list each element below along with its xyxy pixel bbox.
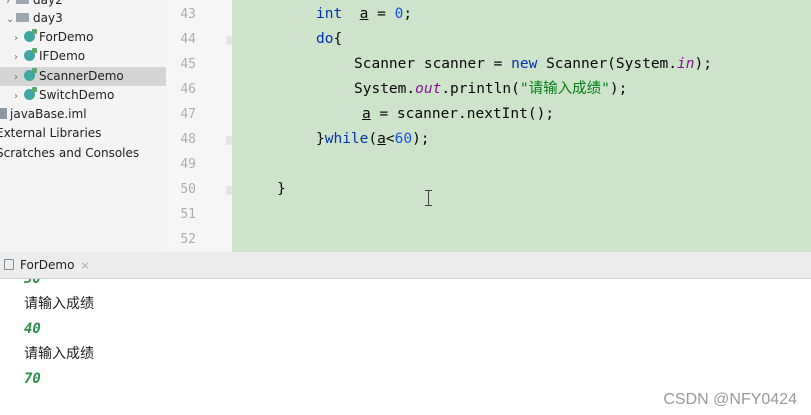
code-token: in: [677, 56, 695, 72]
tree-item-switchdemo[interactable]: › SwitchDemo: [14, 86, 114, 105]
tree-item-label: SwitchDemo: [39, 88, 115, 102]
code-token: while: [324, 131, 369, 147]
tab-label: ForDemo: [20, 258, 75, 272]
tree-item-label: day2: [33, 0, 63, 7]
console-input-line: 50: [24, 279, 41, 287]
java-class-icon: [24, 48, 37, 61]
tree-item-day3[interactable]: ⌄ day3: [6, 9, 63, 28]
code-line[interactable]: a = scanner.nextInt();: [362, 102, 554, 127]
tree-item-label: javaBase.iml: [10, 107, 87, 121]
code-token: do: [316, 31, 334, 47]
code-token: <: [385, 131, 395, 147]
line-number: 49: [180, 157, 196, 172]
code-token: );: [609, 81, 628, 97]
code-token: "请输入成绩": [519, 81, 610, 97]
code-token: new: [511, 56, 538, 72]
java-class-icon: [24, 87, 37, 100]
code-token: ;: [403, 6, 413, 22]
line-number: 44: [180, 32, 196, 47]
console-icon: [4, 259, 14, 270]
code-line[interactable]: Scanner scanner = new Scanner(System.in)…: [354, 52, 712, 77]
close-icon[interactable]: ×: [80, 259, 89, 272]
module-file-icon: [0, 108, 7, 119]
run-tool-window-tabbar: ForDemo ×: [0, 252, 811, 279]
chevron-right-icon[interactable]: ›: [14, 68, 24, 87]
code-token: .println(: [441, 81, 520, 97]
line-number: 51: [180, 207, 196, 222]
chevron-right-icon[interactable]: ›: [14, 48, 24, 67]
tree-item-label: ScannerDemo: [39, 69, 124, 83]
line-number: 48: [180, 132, 196, 147]
line-number: 50: [180, 182, 196, 197]
line-number: 43: [180, 7, 196, 22]
tree-item-fordemo[interactable]: › ForDemo: [14, 28, 93, 47]
tree-item-scannerdemo[interactable]: › ScannerDemo: [0, 67, 166, 86]
java-class-icon: [24, 68, 37, 81]
editor-gutter: 43 44 45 46 47 48 49 50 51 52: [166, 0, 232, 252]
line-number: 45: [180, 57, 196, 72]
line-number: 52: [180, 232, 196, 247]
line-number: 46: [180, 82, 196, 97]
code-token: (: [368, 131, 378, 147]
code-token: Scanner(System.: [537, 56, 678, 72]
code-token: }: [316, 131, 325, 147]
code-token: int: [316, 6, 343, 22]
folder-icon: [16, 13, 29, 22]
code-line[interactable]: int a = 0;: [316, 2, 412, 27]
code-token: a: [377, 131, 386, 147]
tree-item-label: External Libraries: [0, 126, 102, 140]
console-output-line: 请输入成绩: [24, 346, 94, 362]
tree-item-label: ForDemo: [39, 30, 94, 44]
project-tree: › day2 ⌄ day3 › ForDemo › IFDemo › ScannerDem…: [0, 0, 166, 252]
code-token: = scanner.nextInt();: [370, 106, 555, 122]
watermark: CSDN @NFY0424: [663, 391, 797, 408]
tree-item-external-libraries[interactable]: External Libraries: [0, 124, 101, 143]
code-token: =: [368, 6, 395, 22]
chevron-right-icon[interactable]: ›: [14, 29, 24, 48]
code-line[interactable]: do{: [316, 27, 342, 52]
tab-fordemo[interactable]: ForDemo ×: [4, 252, 90, 278]
code-token: out: [415, 81, 442, 97]
tree-item-label: Scratches and Consoles: [0, 146, 140, 160]
tree-item-label: day3: [33, 11, 63, 25]
java-class-icon: [24, 29, 37, 42]
tree-item-label: IFDemo: [39, 49, 86, 63]
code-token: System.: [354, 81, 416, 97]
code-line[interactable]: }: [277, 177, 286, 202]
code-token: );: [412, 131, 430, 147]
code-token: 60: [394, 131, 413, 147]
tree-item-iml[interactable]: javaBase.iml: [0, 105, 87, 124]
code-line[interactable]: System.out.println("请输入成绩");: [354, 77, 627, 102]
code-token: }: [277, 181, 286, 197]
console-input-line: 40: [24, 321, 41, 337]
console-output-line: 请输入成绩: [24, 296, 94, 312]
code-token: {: [333, 31, 343, 47]
code-editor[interactable]: int a = 0; do{Scanner scanner = new Scann…: [232, 0, 811, 252]
tree-item-scratches[interactable]: Scratches and Consoles: [0, 144, 139, 163]
code-token: a: [362, 106, 371, 122]
line-number: 47: [180, 107, 196, 122]
code-token: Scanner scanner =: [354, 56, 512, 72]
chevron-right-icon[interactable]: ›: [14, 87, 24, 106]
folder-icon: [16, 0, 29, 4]
code-line[interactable]: }while(a<60);: [316, 127, 430, 152]
tree-item-ifdemo[interactable]: › IFDemo: [14, 47, 85, 66]
console-input-line: 70: [24, 371, 41, 387]
chevron-down-icon[interactable]: ⌄: [6, 10, 16, 29]
code-token: );: [694, 56, 712, 72]
text-cursor-icon: [425, 190, 432, 206]
